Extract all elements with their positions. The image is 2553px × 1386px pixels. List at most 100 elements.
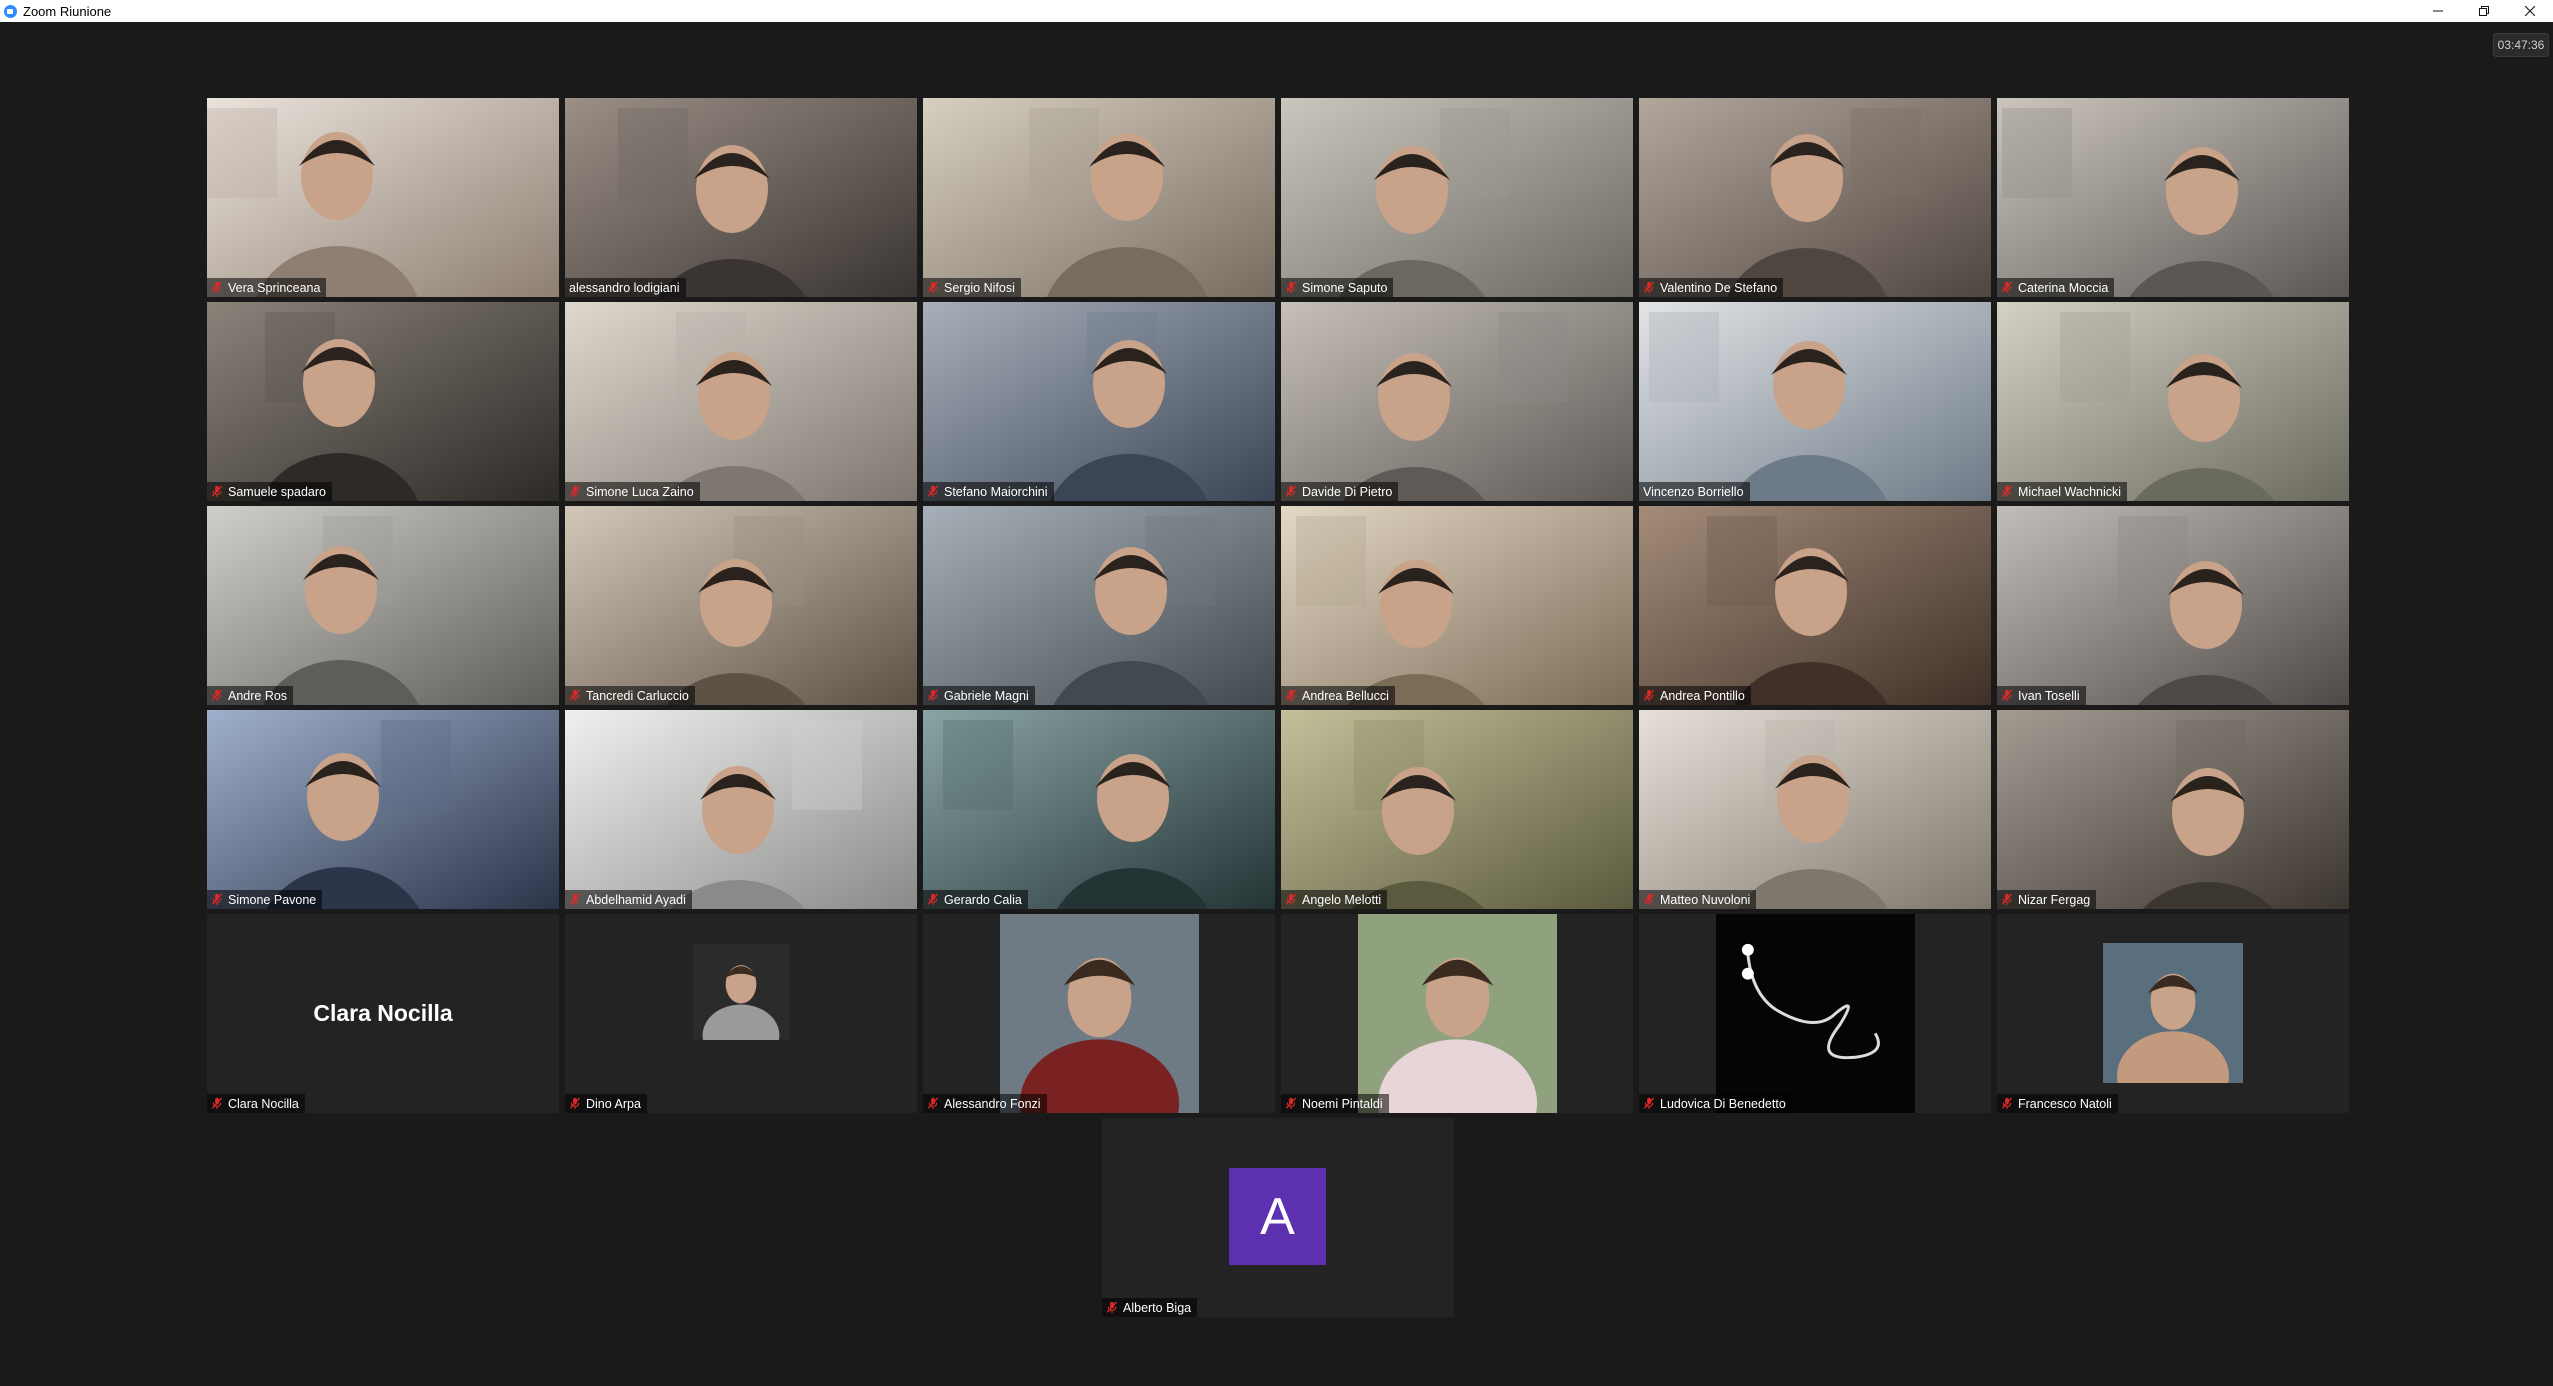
muted-mic-icon <box>1285 893 1297 906</box>
muted-mic-icon <box>1285 1097 1297 1110</box>
participant-tile[interactable]: Vera Sprinceana <box>207 98 559 297</box>
muted-mic-icon <box>927 689 939 702</box>
profile-picture <box>693 944 789 1040</box>
participant-tile[interactable]: Valentino De Stefano <box>1639 98 1991 297</box>
participant-name: Sergio Nifosi <box>944 280 1015 295</box>
participant-name-label: Andrea Bellucci <box>1281 686 1395 705</box>
participant-gallery: Vera Sprinceana alessandro lodigiani Sergi… <box>0 0 2553 1386</box>
participant-video <box>1639 506 1991 705</box>
participant-tile[interactable]: Ludovica Di Benedetto <box>1639 914 1991 1113</box>
participant-name-label: Andrea Pontillo <box>1639 686 1751 705</box>
participant-tile[interactable]: Clara Nocilla Clara Nocilla <box>207 914 559 1113</box>
participant-name-label: Angelo Melotti <box>1281 890 1388 909</box>
participant-tile[interactable]: A Alberto Biga <box>1102 1118 1454 1317</box>
muted-mic-icon <box>1285 281 1297 294</box>
participant-video <box>1997 98 2349 297</box>
participant-name: Caterina Moccia <box>2018 280 2109 295</box>
muted-mic-icon <box>1643 689 1655 702</box>
participant-name-label: Andre Ros <box>207 686 294 705</box>
participant-tile[interactable]: Andre Ros <box>207 506 559 705</box>
participant-tile[interactable]: Simone Pavone <box>207 710 559 909</box>
participant-name-label: Michael Wachnicki <box>1997 482 2128 501</box>
participant-tile[interactable]: Simone Saputo <box>1281 98 1633 297</box>
participant-name: Simone Saputo <box>1302 280 1388 295</box>
participant-name-label: Davide Di Pietro <box>1281 482 1399 501</box>
participant-name: Vincenzo Borriello <box>1643 484 1744 499</box>
participant-tile[interactable]: Matteo Nuvoloni <box>1639 710 1991 909</box>
participant-tile[interactable]: Noemi Pintaldi <box>1281 914 1633 1113</box>
participant-name-label: Matteo Nuvoloni <box>1639 890 1757 909</box>
participant-video <box>565 506 917 705</box>
participant-name-label: Alberto Biga <box>1102 1298 1198 1317</box>
participant-name: Gabriele Magni <box>944 688 1029 703</box>
participant-tile[interactable]: Dino Arpa <box>565 914 917 1113</box>
participant-video <box>565 302 917 501</box>
participant-tile[interactable]: Gerardo Calia <box>923 710 1275 909</box>
participant-display-name: Clara Nocilla <box>313 1000 453 1026</box>
participant-name-label: Gerardo Calia <box>923 890 1028 909</box>
participant-tile[interactable]: Francesco Natoli <box>1997 914 2349 1113</box>
participant-name-label: Dino Arpa <box>565 1094 647 1113</box>
participant-name: Noemi Pintaldi <box>1302 1096 1383 1111</box>
muted-mic-icon <box>927 485 939 498</box>
participant-name: Andre Ros <box>228 688 288 703</box>
participant-tile[interactable]: Angelo Melotti <box>1281 710 1633 909</box>
participant-name-label: Abdelhamid Ayadi <box>565 890 692 909</box>
participant-tile[interactable]: Caterina Moccia <box>1997 98 2349 297</box>
muted-mic-icon <box>1106 1301 1118 1314</box>
participant-tile[interactable]: Nizar Fergag <box>1997 710 2349 909</box>
participant-tile[interactable]: Andrea Bellucci <box>1281 506 1633 705</box>
participant-name: Abdelhamid Ayadi <box>586 892 686 907</box>
muted-mic-icon <box>2001 281 2013 294</box>
participant-video <box>565 710 917 909</box>
muted-mic-icon <box>1643 1097 1655 1110</box>
participant-tile[interactable]: alessandro lodigiani <box>565 98 917 297</box>
participant-tile[interactable]: Michael Wachnicki <box>1997 302 2349 501</box>
muted-mic-icon <box>211 485 223 498</box>
participant-name-label: Simone Saputo <box>1281 278 1394 297</box>
participant-video <box>207 98 559 297</box>
participant-name: Michael Wachnicki <box>2018 484 2122 499</box>
profile-picture <box>1716 914 1915 1113</box>
participant-name: Davide Di Pietro <box>1302 484 1393 499</box>
muted-mic-icon <box>2001 893 2013 906</box>
muted-mic-icon <box>1285 485 1297 498</box>
participant-tile[interactable]: Stefano Maiorchini <box>923 302 1275 501</box>
profile-picture <box>1358 914 1557 1113</box>
participant-tile[interactable]: Alessandro Fonzi <box>923 914 1275 1113</box>
muted-mic-icon <box>211 281 223 294</box>
participant-name: Stefano Maiorchini <box>944 484 1048 499</box>
participant-video <box>1281 98 1633 297</box>
participant-video <box>565 98 917 297</box>
avatar-letter: A <box>1229 1168 1326 1265</box>
participant-name: Francesco Natoli <box>2018 1096 2112 1111</box>
participant-tile[interactable]: Davide Di Pietro <box>1281 302 1633 501</box>
muted-mic-icon <box>569 1097 581 1110</box>
participant-name: Matteo Nuvoloni <box>1660 892 1751 907</box>
participant-tile[interactable]: Sergio Nifosi <box>923 98 1275 297</box>
participant-video <box>923 98 1275 297</box>
muted-mic-icon <box>1285 689 1297 702</box>
participant-name-label: Sergio Nifosi <box>923 278 1021 297</box>
participant-name-label: Noemi Pintaldi <box>1281 1094 1389 1113</box>
participant-tile[interactable]: Andrea Pontillo <box>1639 506 1991 705</box>
muted-mic-icon <box>927 281 939 294</box>
participant-name-label: Valentino De Stefano <box>1639 278 1784 297</box>
muted-mic-icon <box>2001 485 2013 498</box>
participant-tile[interactable]: Gabriele Magni <box>923 506 1275 705</box>
participant-tile[interactable]: Tancredi Carluccio <box>565 506 917 705</box>
participant-tile[interactable]: Abdelhamid Ayadi <box>565 710 917 909</box>
participant-tile[interactable]: Samuele spadaro <box>207 302 559 501</box>
participant-tile[interactable]: Ivan Toselli <box>1997 506 2349 705</box>
participant-name-label: alessandro lodigiani <box>565 278 686 297</box>
participant-name: Alberto Biga <box>1123 1300 1192 1315</box>
participant-name-label: Vera Sprinceana <box>207 278 327 297</box>
participant-tile[interactable]: Vincenzo Borriello <box>1639 302 1991 501</box>
participant-name: Gerardo Calia <box>944 892 1022 907</box>
participant-name-label: Simone Luca Zaino <box>565 482 700 501</box>
muted-mic-icon <box>211 893 223 906</box>
participant-name: Alessandro Fonzi <box>944 1096 1041 1111</box>
participant-video <box>923 506 1275 705</box>
participant-tile[interactable]: Simone Luca Zaino <box>565 302 917 501</box>
profile-picture <box>1000 914 1199 1113</box>
